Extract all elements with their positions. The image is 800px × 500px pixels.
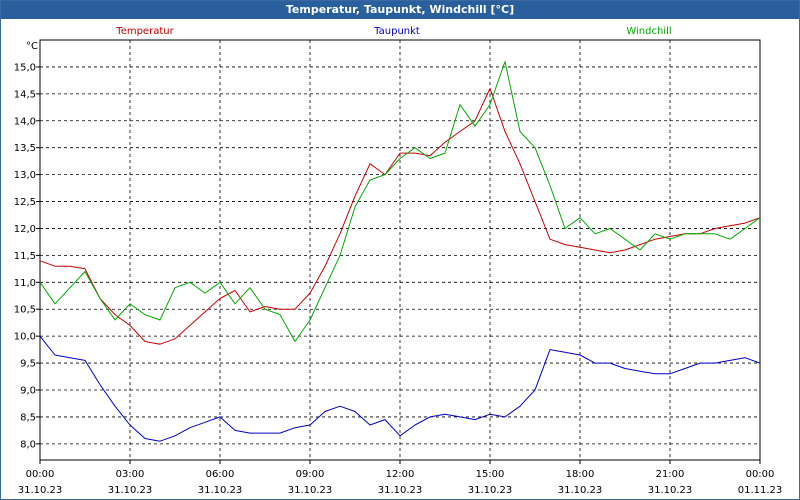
y-tick-label: 11,0 (14, 278, 36, 289)
x-tick-time: 06:00 (206, 469, 235, 480)
legend-temperatur: Temperatur (115, 26, 174, 37)
x-tick-date: 31.10.23 (198, 485, 243, 496)
x-tick-date: 31.10.23 (648, 485, 693, 496)
y-axis-label: °C (26, 41, 38, 52)
y-tick-label: 9,5 (20, 359, 36, 370)
x-axis-ticks: 00:00 31.10.23 03:00 31.10.23 06:00 31.10.23 0… (18, 460, 783, 496)
legend-windchill: Windchill (626, 26, 671, 37)
x-tick-time: 12:00 (386, 469, 415, 480)
y-tick-label: 12,5 (14, 197, 36, 208)
x-tick-date: 31.10.23 (18, 485, 63, 496)
y-tick-label: 14,5 (14, 89, 36, 100)
x-tick-date: 31.10.23 (558, 485, 603, 496)
x-tick-date: 31.10.23 (288, 485, 333, 496)
x-tick-time: 03:00 (116, 469, 145, 480)
y-tick-label: 15,0 (14, 62, 36, 73)
x-tick-date: 31.10.23 (468, 485, 513, 496)
y-tick-label: 10,5 (14, 305, 36, 316)
x-tick-date: 31.10.23 (108, 485, 153, 496)
y-tick-label: 13,0 (14, 170, 36, 181)
legend-taupunkt: Taupunkt (373, 26, 420, 37)
x-tick-time: 15:00 (476, 469, 505, 480)
x-tick-time: 00:00 (746, 469, 775, 480)
grid-lines (40, 40, 760, 460)
y-tick-label: 11,5 (14, 251, 36, 262)
y-axis-ticks: 8,0 8,5 9,0 9,5 10,0 10,5 11,0 11,5 12,0 12,5 13,0… (14, 62, 40, 450)
y-tick-label: 10,0 (14, 332, 36, 343)
y-tick-label: 8,0 (20, 439, 36, 450)
chart-canvas: 8,0 8,5 9,0 9,5 10,0 10,5 11,0 11,5 12,0 12,5 13,0… (14, 26, 783, 496)
x-tick-date: 31.10.23 (378, 485, 423, 496)
x-tick-time: 09:00 (296, 469, 325, 480)
x-tick-time: 18:00 (566, 469, 595, 480)
y-tick-label: 13,5 (14, 143, 36, 154)
x-tick-time: 00:00 (26, 469, 55, 480)
y-tick-label: 9,0 (20, 386, 36, 397)
x-tick-date: 01.11.23 (738, 485, 783, 496)
y-tick-label: 8,5 (20, 412, 36, 423)
x-tick-time: 21:00 (656, 469, 685, 480)
y-tick-label: 14,0 (14, 116, 36, 127)
y-tick-label: 12,0 (14, 224, 36, 235)
